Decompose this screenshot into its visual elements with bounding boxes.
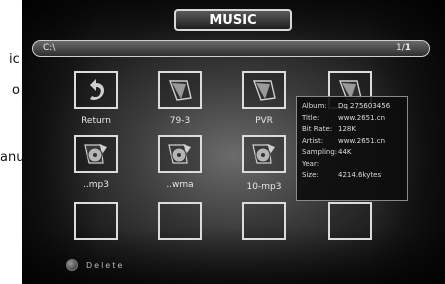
info-key: Artist: (302, 136, 324, 145)
delete-label: Delete (86, 260, 125, 270)
tile-label-return: Return (81, 116, 111, 126)
return-tile[interactable] (74, 71, 118, 109)
empty-tile-1[interactable] (74, 202, 118, 240)
disc-file-icon (168, 144, 191, 164)
page-indicator: 1/1 (396, 43, 411, 53)
left-fragment-2: o (12, 83, 20, 98)
music-browser-screen: MUSIC C:\ 1/1 Return 79-3 PVR ..mp3 ..wm… (22, 0, 445, 284)
file-tile-pvr[interactable] (242, 71, 286, 109)
disc-file-icon (84, 144, 107, 164)
file-tile-10-mp3[interactable] (242, 135, 286, 173)
path-bar: C:\ 1/1 (32, 40, 430, 57)
info-value: 128K (338, 125, 356, 133)
left-fragment-1: ic (9, 52, 20, 67)
info-value (338, 159, 402, 171)
tile-label-79-3: 79-3 (169, 116, 191, 126)
info-value: www.2651.cn (338, 113, 386, 122)
disc-file-icon (252, 144, 275, 164)
current-path: C:\ (43, 43, 56, 53)
info-row-size: Size: 4214.6kytes (302, 170, 402, 182)
info-row-bitrate: Bit Rate: 128K (302, 124, 402, 136)
info-key: Sampling: (302, 148, 338, 156)
delete-dot-icon (66, 259, 78, 271)
file-info-popup: Album: Dq 275603456 Title: www.2651.cn B… (296, 96, 408, 201)
file-tile-79-3[interactable] (158, 71, 202, 109)
info-row-sampling: Sampling: 44K (302, 147, 402, 159)
empty-tile-2[interactable] (158, 202, 202, 240)
tile-label-10-mp3: 10-mp3 (246, 182, 282, 192)
music-file-icon (252, 80, 276, 101)
music-file-icon (168, 80, 192, 101)
info-value: Dq 275603456 (338, 102, 391, 110)
file-tile-wma[interactable] (158, 135, 202, 173)
info-value: www.2651.cn (338, 136, 386, 145)
info-value: 4214.6kytes (338, 171, 382, 179)
tile-label-pvr: PVR (255, 116, 273, 126)
info-key: Album: (302, 102, 327, 110)
info-row-year: Year: (302, 159, 402, 171)
delete-button[interactable]: Delete (66, 258, 124, 272)
info-value: 44K (338, 148, 352, 156)
left-fragment-3: anu (0, 150, 25, 165)
info-key: Bit Rate: (302, 125, 333, 133)
file-tile-mp3[interactable] (74, 135, 118, 173)
empty-tile-4[interactable] (328, 202, 372, 240)
return-arrow-icon (90, 79, 104, 100)
info-key: Size: (302, 171, 319, 179)
info-key: Year: (302, 159, 320, 168)
info-row-artist: Artist: www.2651.cn (302, 136, 402, 148)
info-row-title: Title: www.2651.cn (302, 113, 402, 125)
page-total: 1 (404, 43, 411, 53)
tile-label-mp3: ..mp3 (83, 180, 109, 190)
page-title: MUSIC (174, 9, 292, 31)
info-row-album: Album: Dq 275603456 (302, 101, 402, 113)
info-key: Title: (302, 113, 320, 122)
empty-tile-3[interactable] (242, 202, 286, 240)
tile-label-wma: ..wma (166, 180, 194, 190)
